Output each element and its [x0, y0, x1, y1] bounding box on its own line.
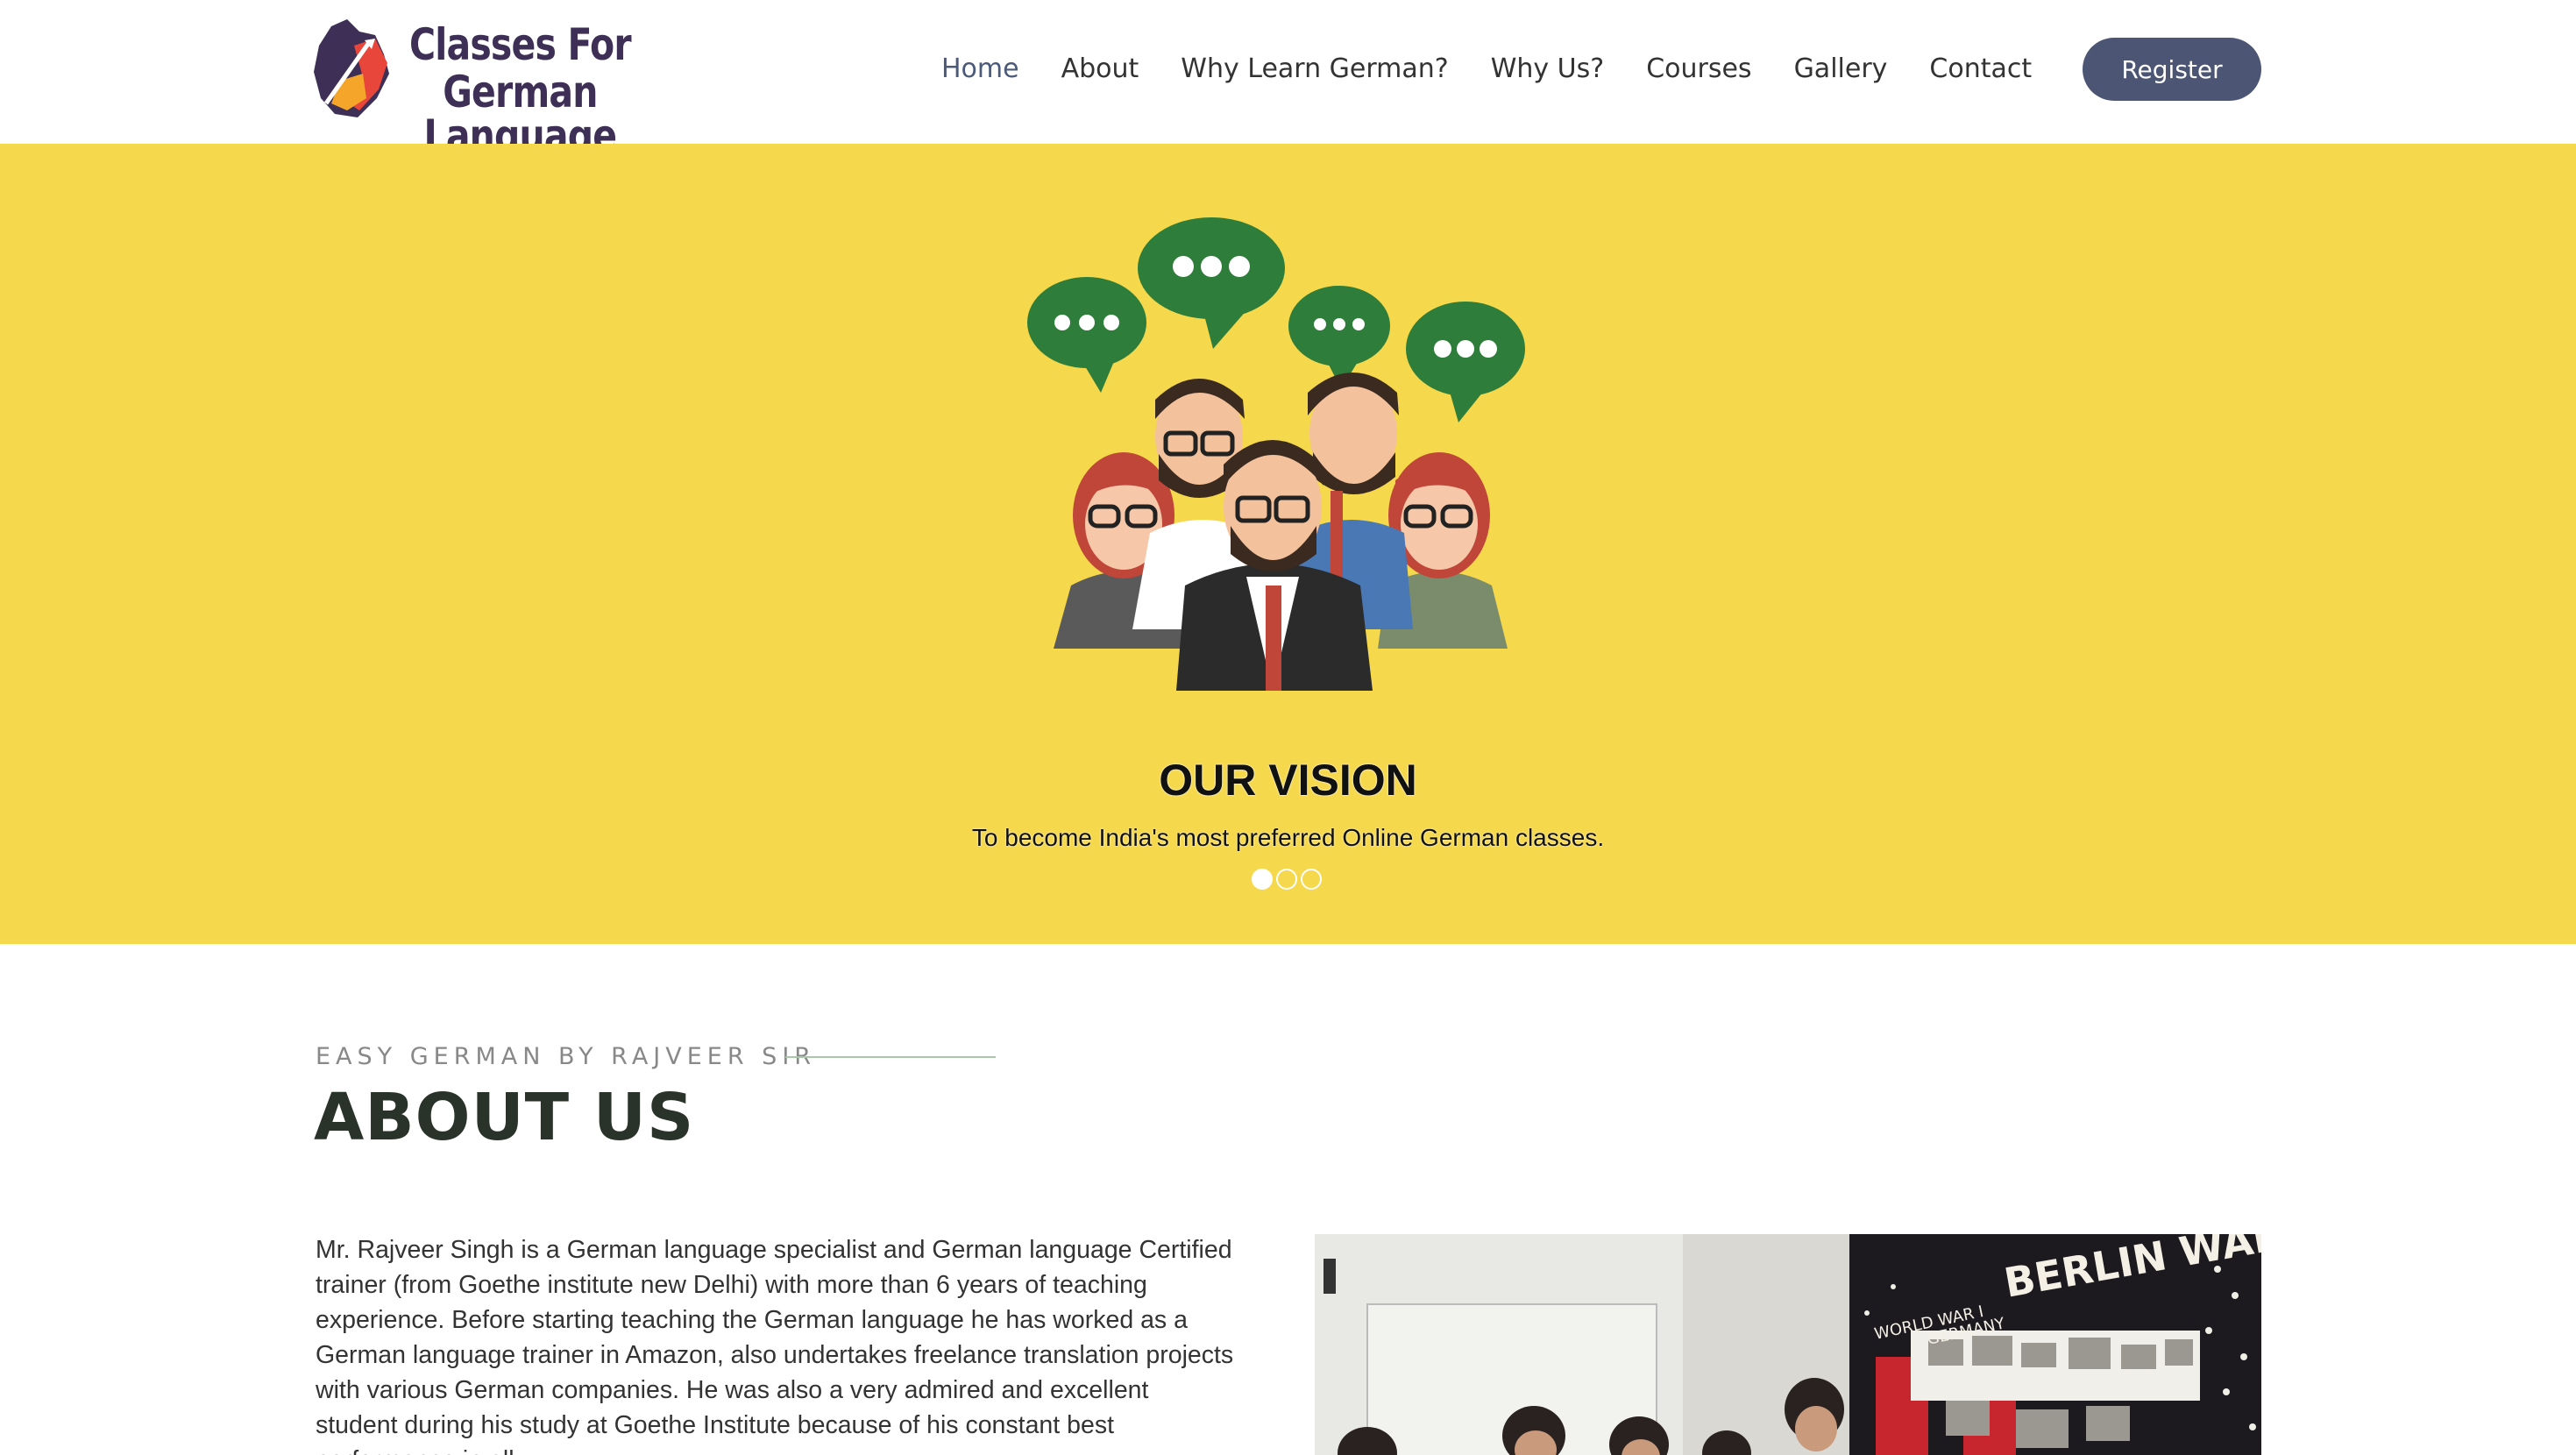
- team-discussion-illustration: [1027, 217, 1525, 691]
- slider-dots: [1252, 869, 1322, 890]
- logo-line1: Classes For: [408, 19, 632, 70]
- nav-why-us[interactable]: Why Us?: [1491, 53, 1604, 84]
- hero-slider: OUR VISION To become India's most prefer…: [0, 144, 2576, 944]
- nav-contact[interactable]: Contact: [1929, 53, 2032, 84]
- classroom-photo-image: BERLIN WALL WORLD WAR I GERMANY: [1315, 1234, 2261, 1455]
- nav-why-learn-german[interactable]: Why Learn German?: [1181, 53, 1448, 84]
- hero-subtitle: To become India's most preferred Online …: [971, 824, 1605, 851]
- logo-icon: [314, 19, 389, 117]
- slider-dot-2[interactable]: [1276, 869, 1297, 890]
- site-header: Classes For German Language Home About W…: [0, 0, 2576, 158]
- main-nav: Home About Why Learn German? Why Us? Cou…: [941, 46, 2074, 91]
- nav-about[interactable]: About: [1061, 53, 1139, 84]
- nav-gallery[interactable]: Gallery: [1794, 53, 1888, 84]
- eyebrow-divider: [785, 1056, 996, 1058]
- slider-dot-3[interactable]: [1301, 869, 1322, 890]
- classroom-photo: BERLIN WALL WORLD WAR I GERMANY: [1315, 1234, 2261, 1455]
- site-logo[interactable]: Classes For German Language: [314, 19, 691, 158]
- nav-home[interactable]: Home: [941, 53, 1019, 84]
- section-eyebrow: EASY GERMAN BY RAJVEER SIR: [316, 1043, 817, 1070]
- slider-dot-1[interactable]: [1252, 869, 1273, 890]
- nav-courses[interactable]: Courses: [1646, 53, 1751, 84]
- register-button[interactable]: Register: [2083, 38, 2261, 101]
- about-title: ABOUT US: [314, 1080, 695, 1155]
- about-description: Mr. Rajveer Singh is a German language s…: [316, 1236, 1234, 1455]
- logo-text: Classes For German Language: [398, 23, 642, 158]
- hero-title: OUR VISION: [1159, 756, 1417, 805]
